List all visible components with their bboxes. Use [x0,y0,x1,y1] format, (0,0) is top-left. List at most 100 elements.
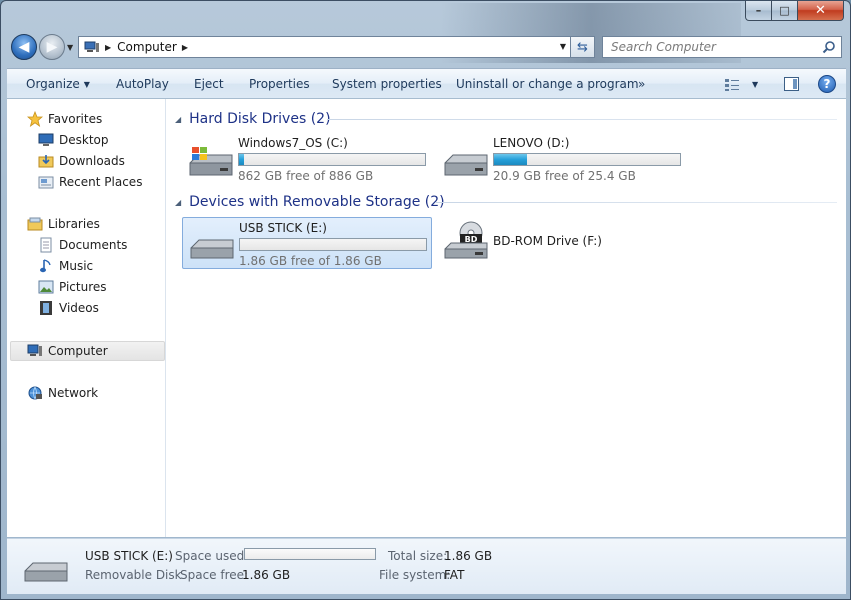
sidebar-item-music[interactable]: Music [38,256,93,276]
system-properties-button[interactable]: System properties [332,77,442,91]
space-free-label: Space free: [180,568,249,582]
documents-icon [38,237,54,253]
usb-drive-icon [190,239,234,259]
details-drive-type: Removable Disk [85,568,182,582]
space-used-bar [244,548,376,560]
organize-button[interactable]: Organize ▼ [26,77,90,91]
change-view-button[interactable]: ▼ [724,76,764,93]
collapse-triangle-icon[interactable]: ◢ [175,198,181,207]
breadcrumb-separator-icon[interactable]: ▶ [105,43,111,52]
drive-name: USB STICK (E:) [239,221,327,235]
recent-pages-dropdown[interactable]: ▼ [67,43,73,52]
content-area: Favorites Desktop Downloads Recent Place… [7,99,846,537]
forward-arrow-icon: ▶ [46,39,58,55]
close-button[interactable]: ✕ [798,1,844,21]
details-drive-name: USB STICK (E:) [85,549,173,563]
sidebar-item-label: Pictures [59,280,107,294]
preview-pane-icon[interactable] [784,77,799,91]
uninstall-program-button[interactable]: Uninstall or change a program [456,77,639,91]
sidebar-item-label: Downloads [59,154,125,168]
drive-d[interactable]: LENOVO (D:) 20.9 GB free of 25.4 GB [437,133,687,185]
sidebar-item-label: Computer [48,344,108,358]
minimize-button[interactable]: – [745,1,772,21]
collapse-triangle-icon[interactable]: ◢ [175,115,181,124]
address-bar[interactable]: ▶ Computer ▶ ▼ [78,36,571,58]
sidebar-item-documents[interactable]: Documents [38,235,127,255]
drive-usage-bar [493,153,681,166]
sidebar-item-downloads[interactable]: Downloads [38,151,125,171]
group-header-label: Devices with Removable Storage (2) [189,194,445,210]
total-size-value: 1.86 GB [444,549,493,563]
libraries-icon [27,216,43,232]
drive-usage-bar [239,238,427,251]
file-system-value: FAT [444,568,465,582]
group-divider [327,119,837,120]
drive-usage-fill [494,154,527,165]
back-arrow-icon: ◀ [18,39,30,55]
desktop-icon [38,132,54,148]
computer-icon [84,41,99,52]
videos-icon [38,300,54,316]
sidebar-item-label: Documents [59,238,128,252]
sidebar-favorites-label: Favorites [48,112,103,126]
command-bar: Organize ▼ AutoPlay Eject Properties Syst… [7,68,846,99]
back-button[interactable]: ◀ [11,34,37,60]
help-button[interactable]: ? [818,75,836,93]
sidebar-item-videos[interactable]: Videos [38,298,99,318]
sidebar-item-network[interactable]: Network [27,383,98,403]
group-divider [435,202,837,203]
drive-c[interactable]: Windows7_OS (C:) 862 GB free of 886 GB [182,133,432,185]
eject-button[interactable]: Eject [194,77,224,91]
hard-drive-icon [444,154,488,176]
sidebar-item-desktop[interactable]: Desktop [38,130,109,150]
drive-e[interactable]: USB STICK (E:) 1.86 GB free of 1.86 GB [182,217,432,269]
search-icon[interactable] [822,40,836,54]
sidebar-item-computer[interactable]: Computer [27,341,108,361]
star-icon [27,111,43,127]
sidebar-favorites[interactable]: Favorites [27,109,102,129]
search-box[interactable] [602,36,842,58]
drive-free-space: 1.86 GB free of 1.86 GB [239,254,382,268]
maximize-button[interactable]: □ [772,1,798,21]
drive-name: BD-ROM Drive (F:) [493,234,602,248]
music-icon [38,258,54,274]
properties-button[interactable]: Properties [249,77,310,91]
sidebar-item-label: Music [59,259,94,273]
sidebar-item-recent-places[interactable]: Recent Places [38,172,142,192]
pictures-icon [38,279,54,295]
space-free-value: 1.86 GB [242,568,291,582]
chevron-down-icon: ▼ [83,80,90,89]
breadcrumb-computer[interactable]: Computer [117,40,177,54]
more-commands-button[interactable]: » [638,77,645,91]
view-dropdown-icon[interactable]: ▼ [752,80,758,89]
sidebar-libraries[interactable]: Libraries [27,214,100,234]
refresh-button[interactable]: ⇆ [571,36,595,58]
group-header-hard-disks[interactable]: ◢ Hard Disk Drives (2) [175,109,331,129]
group-header-removable[interactable]: ◢ Devices with Removable Storage (2) [175,192,445,212]
bd-rom-drive-icon: BD [444,221,488,259]
drives-view[interactable]: ◢ Hard Disk Drives (2) Windows7_OS (C:) … [167,99,846,537]
sidebar-item-label: Recent Places [59,175,143,189]
refresh-icon: ⇆ [577,39,588,55]
sidebar-item-label: Desktop [59,133,109,147]
search-input[interactable] [611,40,821,54]
downloads-folder-icon [38,153,54,169]
organize-label: Organize [26,77,80,91]
forward-button[interactable]: ▶ [39,34,65,60]
drive-free-space: 862 GB free of 886 GB [238,169,374,183]
breadcrumb-chevron-icon[interactable]: ▶ [182,43,188,52]
autoplay-button[interactable]: AutoPlay [116,77,169,91]
drive-usage-bar [238,153,426,166]
computer-icon [27,343,43,359]
group-header-label: Hard Disk Drives (2) [189,111,331,127]
file-system-label: File system: [379,568,451,582]
address-dropdown-icon[interactable]: ▼ [560,42,566,51]
drive-f[interactable]: BD BD-ROM Drive (F:) [437,217,687,269]
caption-buttons: – □ ✕ [745,1,844,21]
sidebar-libraries-label: Libraries [48,217,100,231]
navigation-pane[interactable]: Favorites Desktop Downloads Recent Place… [7,99,166,537]
sidebar-item-pictures[interactable]: Pictures [38,277,107,297]
total-size-label: Total size: [388,549,448,563]
windows-hard-drive-icon [189,147,233,176]
space-used-label: Space used: [175,549,249,563]
